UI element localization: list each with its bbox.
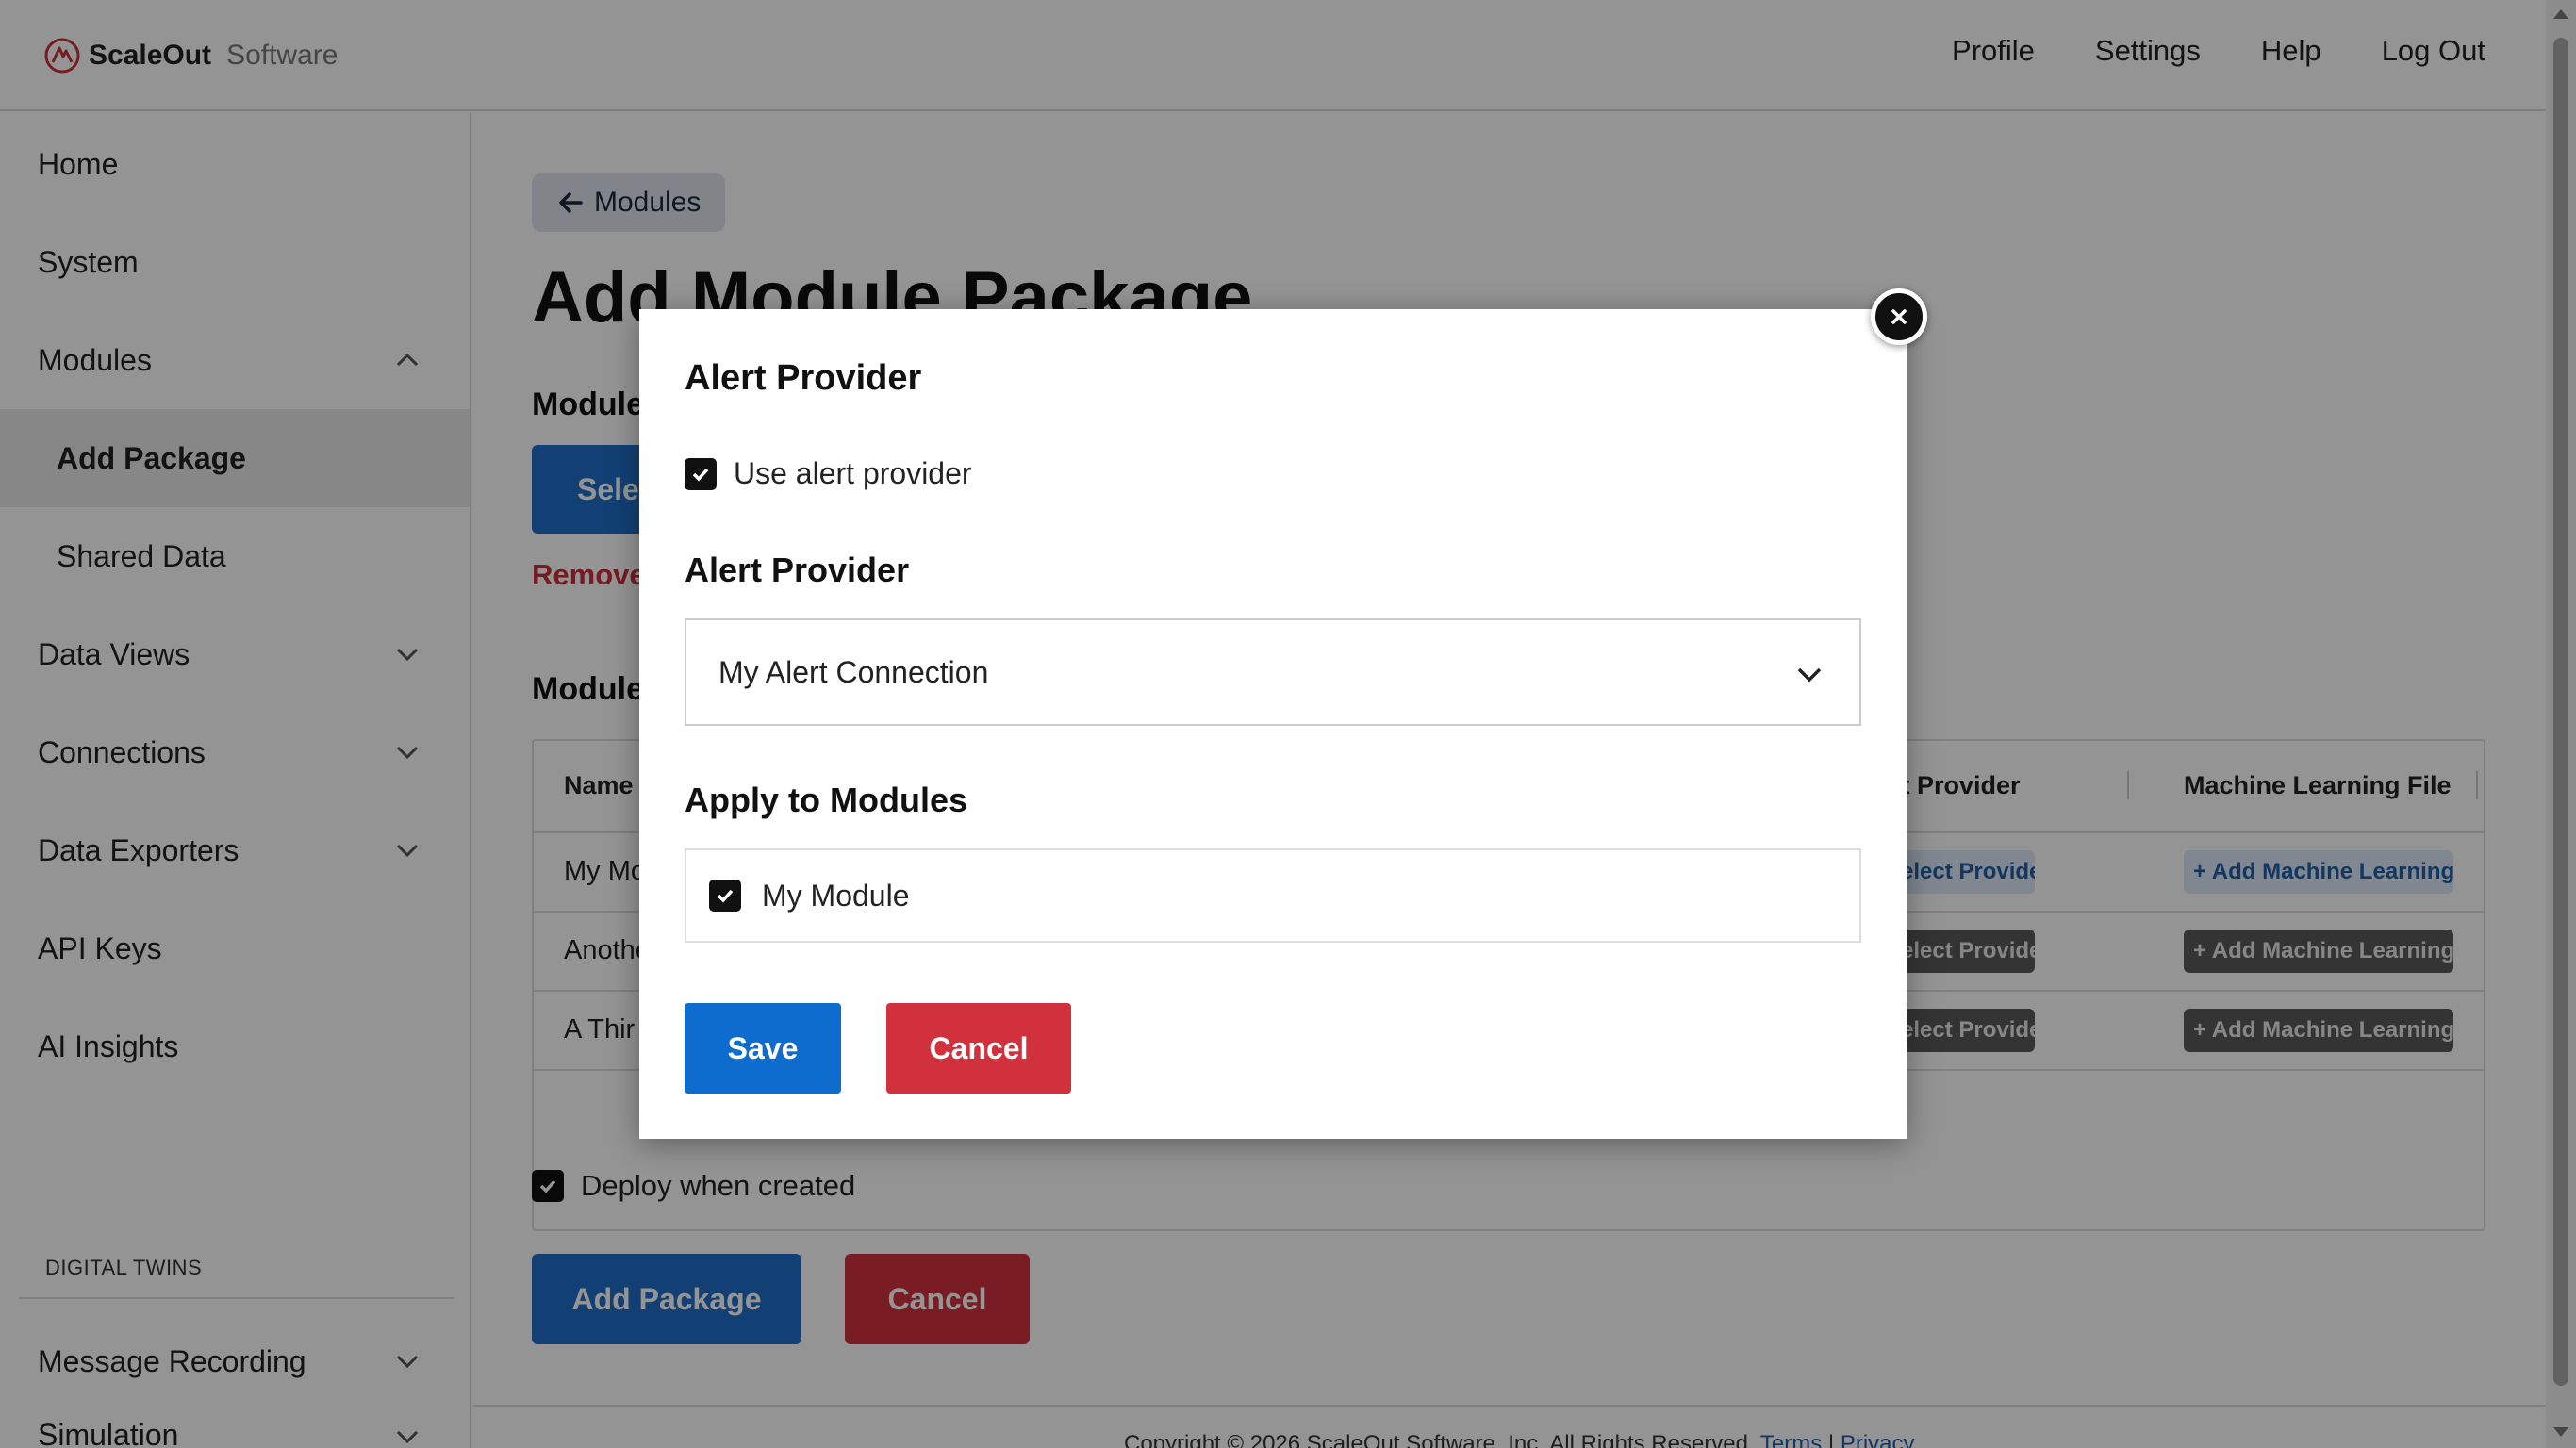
check-icon	[717, 889, 734, 903]
alert-provider-select[interactable]: My Alert Connection	[685, 618, 1861, 726]
module-option[interactable]: My Module	[685, 848, 1861, 943]
chevron-down-icon	[1797, 667, 1822, 683]
module-option-label: My Module	[762, 878, 910, 913]
provider-select-value: My Alert Connection	[718, 654, 989, 689]
close-icon	[1891, 309, 1907, 324]
apply-to-modules-label: Apply to Modules	[685, 781, 967, 819]
dialog-title: Alert Provider	[685, 358, 922, 398]
check-icon	[692, 468, 709, 482]
module-checkbox[interactable]	[709, 880, 741, 912]
use-alert-provider[interactable]: Use alert provider	[685, 456, 972, 491]
save-button[interactable]: Save	[685, 1003, 841, 1094]
dialog-cancel-button[interactable]: Cancel	[886, 1003, 1071, 1094]
alert-provider-dialog: Alert Provider Use alert provider Alert …	[639, 309, 1907, 1139]
close-dialog-button[interactable]	[1871, 288, 1927, 345]
use-alert-provider-checkbox[interactable]	[685, 457, 717, 490]
provider-field-label: Alert Provider	[685, 551, 910, 589]
use-alert-provider-label: Use alert provider	[734, 456, 972, 490]
